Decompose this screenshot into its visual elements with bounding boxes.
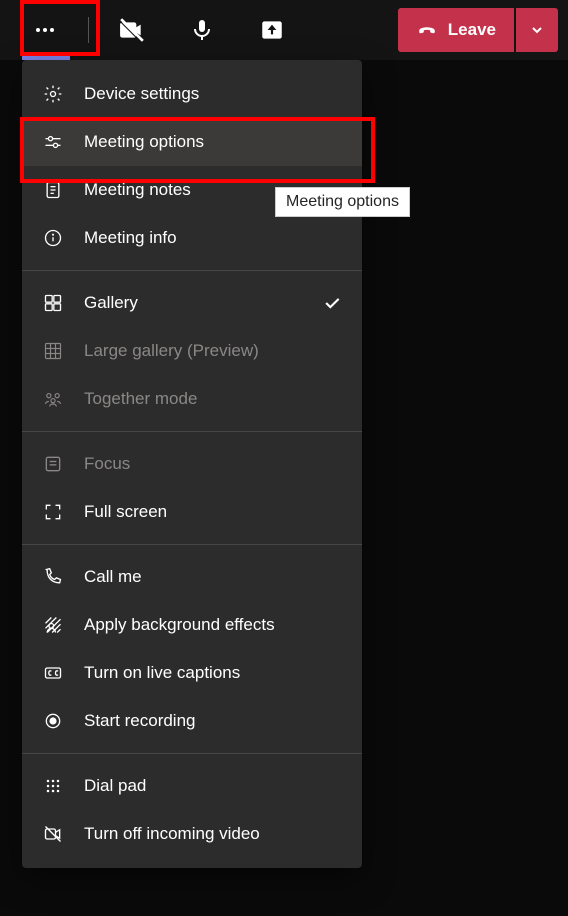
menu-label: Meeting notes	[84, 180, 191, 200]
focus-icon	[42, 453, 64, 475]
menu-dial-pad[interactable]: Dial pad	[22, 762, 362, 810]
menu-label: Dial pad	[84, 776, 146, 796]
menu-large-gallery: Large gallery (Preview)	[22, 327, 362, 375]
share-button[interactable]	[237, 6, 307, 54]
share-screen-icon	[259, 17, 285, 43]
leave-options-button[interactable]	[516, 8, 558, 52]
check-icon	[322, 293, 342, 313]
menu-label: Focus	[84, 454, 130, 474]
menu-label: Full screen	[84, 502, 167, 522]
menu-label: Turn on live captions	[84, 663, 240, 683]
meeting-toolbar: Leave	[0, 0, 568, 60]
menu-label: Device settings	[84, 84, 199, 104]
camera-off-icon	[119, 17, 145, 43]
menu-label: Start recording	[84, 711, 196, 731]
menu-start-recording[interactable]: Start recording	[22, 697, 362, 745]
toolbar-divider	[88, 17, 89, 43]
menu-label: Meeting info	[84, 228, 177, 248]
menu-label: Gallery	[84, 293, 138, 313]
captions-icon	[42, 662, 64, 684]
menu-label: Turn off incoming video	[84, 824, 260, 844]
menu-divider	[22, 431, 362, 432]
menu-divider	[22, 544, 362, 545]
menu-full-screen[interactable]: Full screen	[22, 488, 362, 536]
menu-focus: Focus	[22, 440, 362, 488]
menu-divider	[22, 270, 362, 271]
tooltip: Meeting options	[275, 187, 410, 217]
menu-label: Large gallery (Preview)	[84, 341, 259, 361]
menu-divider	[22, 753, 362, 754]
menu-device-settings[interactable]: Device settings	[22, 70, 362, 118]
more-actions-button[interactable]	[10, 6, 80, 54]
gear-icon	[42, 83, 64, 105]
menu-apply-background[interactable]: Apply background effects	[22, 601, 362, 649]
ellipsis-icon	[33, 18, 57, 42]
info-icon	[42, 227, 64, 249]
menu-live-captions[interactable]: Turn on live captions	[22, 649, 362, 697]
menu-label: Meeting options	[84, 132, 204, 152]
microphone-button[interactable]	[167, 6, 237, 54]
menu-turn-off-incoming-video[interactable]: Turn off incoming video	[22, 810, 362, 858]
record-icon	[42, 710, 64, 732]
hangup-icon	[416, 19, 438, 41]
menu-label: Together mode	[84, 389, 197, 409]
menu-gallery[interactable]: Gallery	[22, 279, 362, 327]
people-icon	[42, 388, 64, 410]
menu-label: Apply background effects	[84, 615, 275, 635]
large-grid-icon	[42, 340, 64, 362]
background-effects-icon	[42, 614, 64, 636]
microphone-icon	[190, 18, 214, 42]
menu-call-me[interactable]: Call me	[22, 553, 362, 601]
dialpad-icon	[42, 775, 64, 797]
sliders-icon	[42, 131, 64, 153]
fullscreen-icon	[42, 501, 64, 523]
leave-button[interactable]: Leave	[398, 8, 514, 52]
video-off-icon	[42, 823, 64, 845]
more-actions-menu: Device settings Meeting options Meeting …	[22, 60, 362, 868]
notes-icon	[42, 179, 64, 201]
leave-label: Leave	[448, 20, 496, 40]
menu-meeting-info[interactable]: Meeting info	[22, 214, 362, 262]
menu-label: Call me	[84, 567, 142, 587]
phone-icon	[42, 566, 64, 588]
camera-button[interactable]	[97, 6, 167, 54]
chevron-down-icon	[529, 22, 545, 38]
grid-icon	[42, 292, 64, 314]
menu-meeting-options[interactable]: Meeting options	[22, 118, 362, 166]
menu-together-mode: Together mode	[22, 375, 362, 423]
